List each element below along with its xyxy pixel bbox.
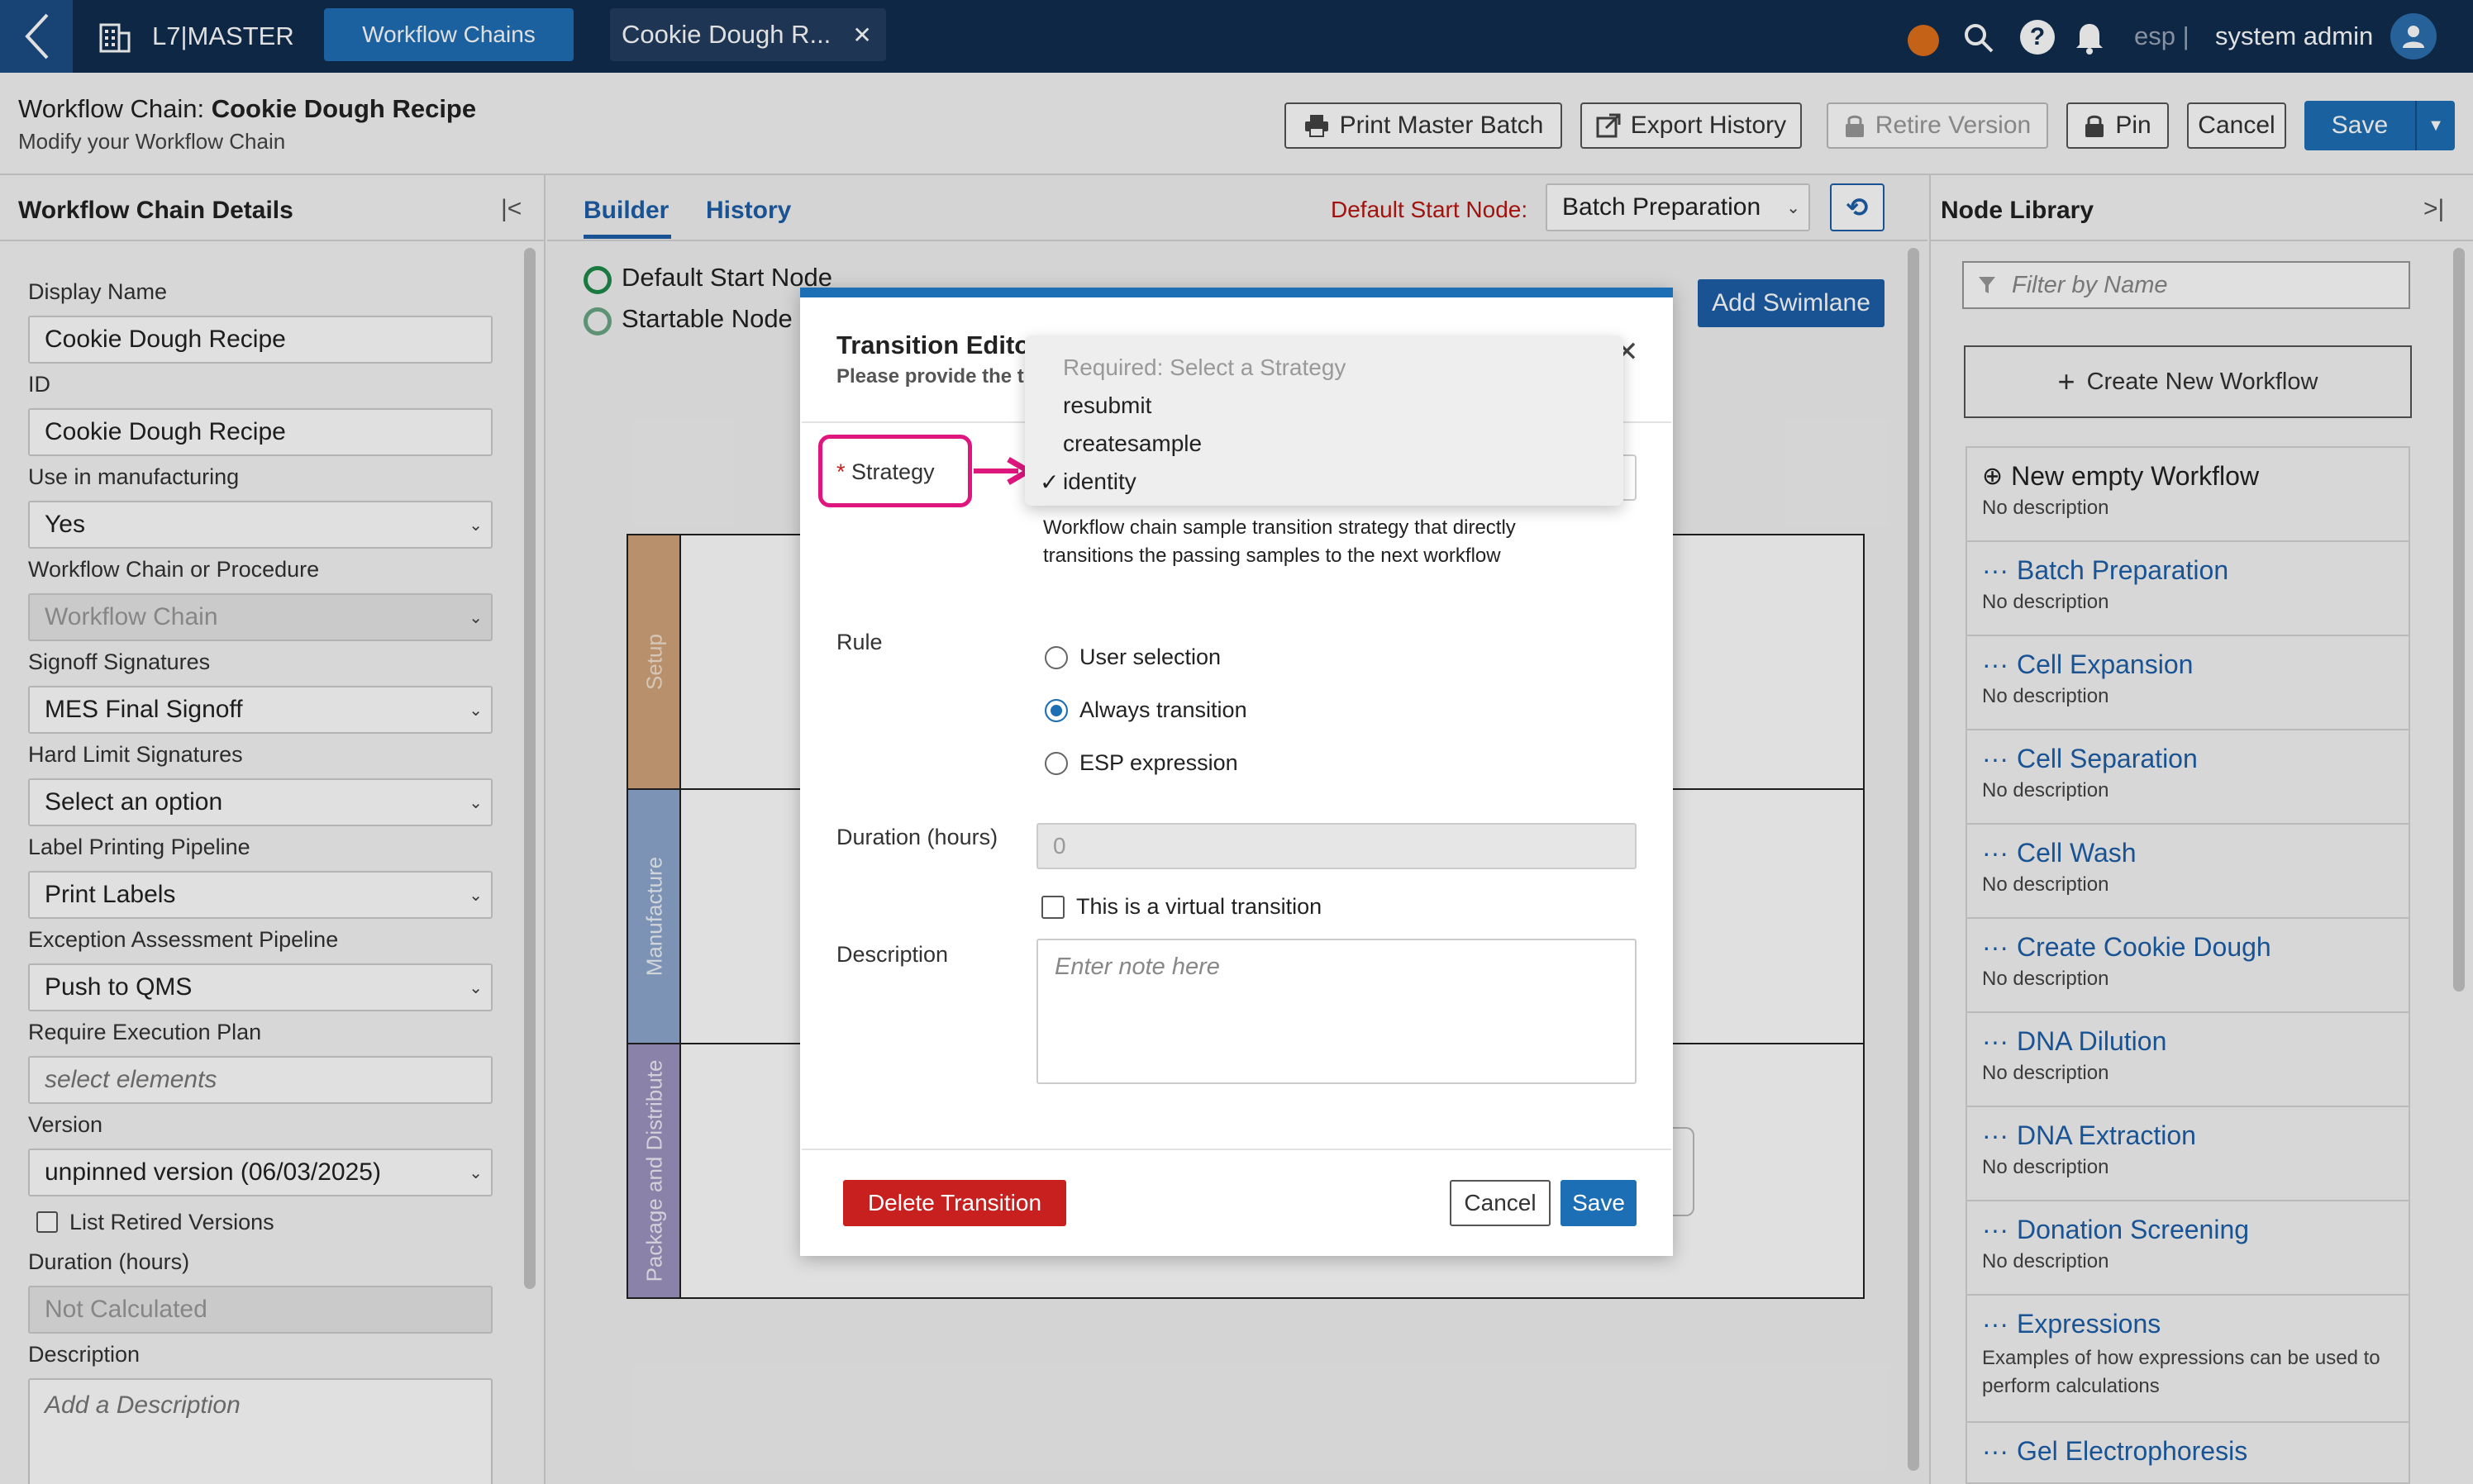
- highlight-arrow-icon: [972, 456, 1033, 490]
- dropdown-option-identity[interactable]: ✓ identity: [1025, 463, 1623, 501]
- duration-input[interactable]: 0: [1036, 823, 1637, 869]
- rule-option-always-transition[interactable]: Always transition: [1045, 697, 1247, 723]
- delete-transition-button[interactable]: Delete Transition: [843, 1180, 1066, 1226]
- rule-option-esp-expression[interactable]: ESP expression: [1045, 750, 1238, 776]
- modal-cancel-button[interactable]: Cancel: [1450, 1180, 1551, 1226]
- virtual-transition-label: This is a virtual transition: [1076, 894, 1322, 919]
- dropdown-option-createsample[interactable]: createsample: [1025, 425, 1623, 463]
- dropdown-option-resubmit[interactable]: resubmit: [1025, 387, 1623, 425]
- rule-label: Rule: [836, 630, 883, 654]
- description-textarea[interactable]: Enter note here: [1036, 939, 1637, 1084]
- checkmark-icon: ✓: [1040, 469, 1060, 495]
- virtual-transition-checkbox[interactable]: [1041, 896, 1065, 919]
- description-label: Description: [836, 942, 949, 967]
- duration-label: Duration (hours): [836, 825, 998, 849]
- modal-title: Transition Edito: [836, 331, 1031, 359]
- strategy-label: * Strategy: [836, 459, 935, 484]
- modal-save-button[interactable]: Save: [1561, 1180, 1637, 1226]
- strategy-help-text: Workflow chain sample transition strateg…: [1043, 516, 1516, 567]
- strategy-dropdown-menu: Required: Select a Strategy resubmit cre…: [1025, 335, 1623, 506]
- rule-option-user-selection[interactable]: User selection: [1045, 644, 1221, 670]
- modal-subtitle: Please provide the t: [836, 365, 1024, 388]
- radio-button[interactable]: [1045, 645, 1068, 669]
- dropdown-placeholder: Required: Select a Strategy: [1063, 354, 1346, 380]
- radio-button[interactable]: [1045, 751, 1068, 775]
- divider: [802, 1149, 1671, 1150]
- radio-button[interactable]: [1045, 698, 1068, 722]
